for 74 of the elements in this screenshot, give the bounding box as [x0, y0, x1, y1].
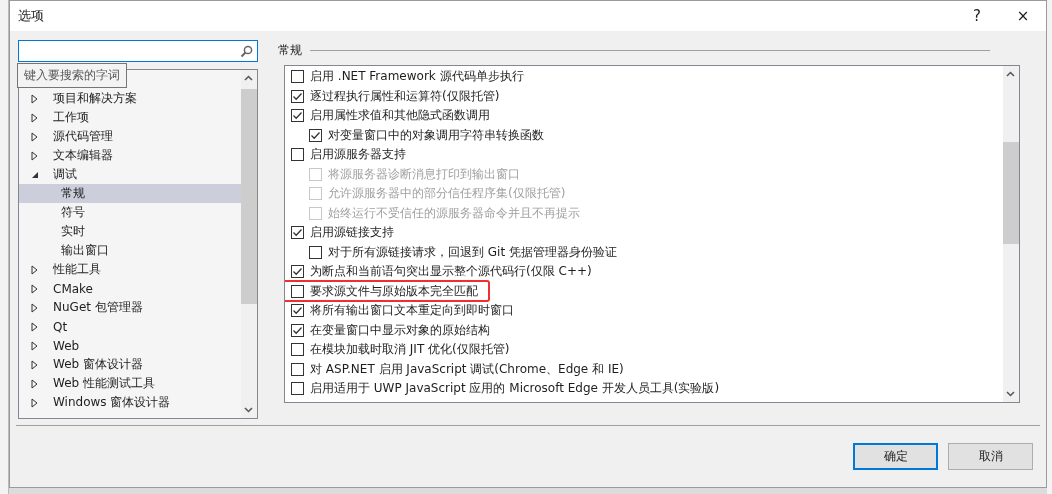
- section-title: 常规: [278, 41, 302, 59]
- option-label: 允许源服务器中的部分信任程序集(仅限托管): [328, 185, 566, 203]
- tree-item[interactable]: 文本编辑器: [19, 146, 241, 165]
- option-label: 在变量窗口中显示对象的原始结构: [310, 321, 490, 339]
- checkbox[interactable]: [291, 70, 304, 84]
- option-label: 为断点和当前语句突出显示整个源代码行(仅限 C++): [310, 263, 592, 281]
- expanded-icon[interactable]: [31, 170, 39, 179]
- tree-item[interactable]: Windows 窗体设计器: [19, 393, 241, 412]
- tree-item[interactable]: CMake: [19, 279, 241, 298]
- option-label: 逐过程执行属性和运算符(仅限托管): [310, 87, 500, 105]
- collapsed-icon[interactable]: [31, 321, 38, 332]
- tree-item[interactable]: 项目和解决方案: [19, 89, 241, 108]
- option-label: 将所有输出窗口文本重定向到即时窗口: [310, 302, 514, 320]
- tree-item[interactable]: 输出窗口: [19, 241, 241, 260]
- options-scrollbar[interactable]: [1003, 66, 1019, 402]
- collapsed-icon[interactable]: [31, 359, 38, 370]
- collapsed-icon[interactable]: [31, 131, 38, 142]
- collapsed-icon[interactable]: [31, 112, 38, 123]
- search-field[interactable]: [18, 40, 258, 62]
- collapsed-icon[interactable]: [31, 378, 38, 389]
- option-label: 启用源链接支持: [310, 224, 394, 242]
- tree-item[interactable]: 调试: [19, 165, 241, 184]
- option-label: 对于所有源链接请求，回退到 Git 凭据管理器身份验证: [328, 243, 617, 261]
- option-label: 对变量窗口中的对象调用字符串转换函数: [328, 126, 544, 144]
- ok-button[interactable]: 确定: [853, 443, 938, 470]
- collapsed-icon[interactable]: [31, 150, 38, 161]
- option-label: 对 ASP.NET 启用 JavaScript 调试(Chrome、Edge 和 IE): [310, 360, 624, 378]
- collapsed-icon[interactable]: [31, 340, 38, 351]
- tree-item[interactable]: 性能工具: [19, 260, 241, 279]
- search-icon: [240, 44, 253, 58]
- close-button[interactable]: ×: [1000, 1, 1046, 31]
- scroll-thumb[interactable]: [1003, 142, 1019, 244]
- checkbox[interactable]: [291, 109, 304, 123]
- window-title: 选项: [18, 7, 45, 25]
- checkbox[interactable]: [291, 343, 304, 357]
- checkbox[interactable]: [291, 148, 304, 162]
- checkbox[interactable]: [291, 362, 304, 376]
- tree-item[interactable]: Web 窗体设计器: [19, 355, 241, 374]
- option-label: 启用源服务器支持: [310, 146, 406, 164]
- option-label: 要求源文件与原始版本完全匹配: [310, 282, 478, 300]
- collapsed-icon[interactable]: [31, 397, 38, 408]
- checkbox[interactable]: [291, 382, 304, 396]
- scroll-thumb[interactable]: [241, 89, 257, 304]
- option-label: 始终运行不受信任的源服务器命令并且不再提示: [328, 204, 580, 222]
- option-label: 启用 .NET Framework 源代码单步执行: [310, 68, 524, 86]
- tree-item[interactable]: Qt: [19, 317, 241, 336]
- tree-item[interactable]: NuGet 包管理器: [19, 298, 241, 317]
- option-label: 在模块加载时取消 JIT 优化(仅限托管): [310, 341, 510, 359]
- collapsed-icon[interactable]: [31, 264, 38, 275]
- checkbox[interactable]: [309, 245, 322, 259]
- search-tooltip: 键入要搜索的字词: [17, 63, 127, 88]
- checkbox[interactable]: [291, 323, 304, 337]
- checkbox[interactable]: [291, 284, 304, 298]
- collapsed-icon[interactable]: [31, 93, 38, 104]
- checkbox[interactable]: [309, 128, 322, 142]
- collapsed-icon[interactable]: [31, 283, 38, 294]
- tree-item[interactable]: Web 性能测试工具: [19, 374, 241, 393]
- collapsed-icon[interactable]: [31, 302, 38, 313]
- option-label: 启用属性求值和其他隐式函数调用: [310, 107, 490, 125]
- tree-item[interactable]: 工作项: [19, 108, 241, 127]
- checkbox[interactable]: [291, 89, 304, 103]
- checkbox[interactable]: [291, 226, 304, 240]
- option-label: 将源服务器诊断消息打印到输出窗口: [328, 165, 520, 183]
- option-label: 启用适用于 UWP JavaScript 应用的 Microsoft Edge 开发人员工具(实验版): [310, 380, 720, 398]
- tree-item[interactable]: 实时: [19, 222, 241, 241]
- tree-item[interactable]: 符号: [19, 203, 241, 222]
- tree-item[interactable]: 常规: [19, 184, 241, 203]
- checkbox[interactable]: [291, 304, 304, 318]
- checkbox[interactable]: [291, 265, 304, 279]
- cancel-button[interactable]: 取消: [948, 443, 1033, 470]
- tree-scrollbar[interactable]: [241, 70, 257, 418]
- tree-item[interactable]: Web: [19, 336, 241, 355]
- help-button[interactable]: ?: [954, 1, 1000, 31]
- tree-item[interactable]: 源代码管理: [19, 127, 241, 146]
